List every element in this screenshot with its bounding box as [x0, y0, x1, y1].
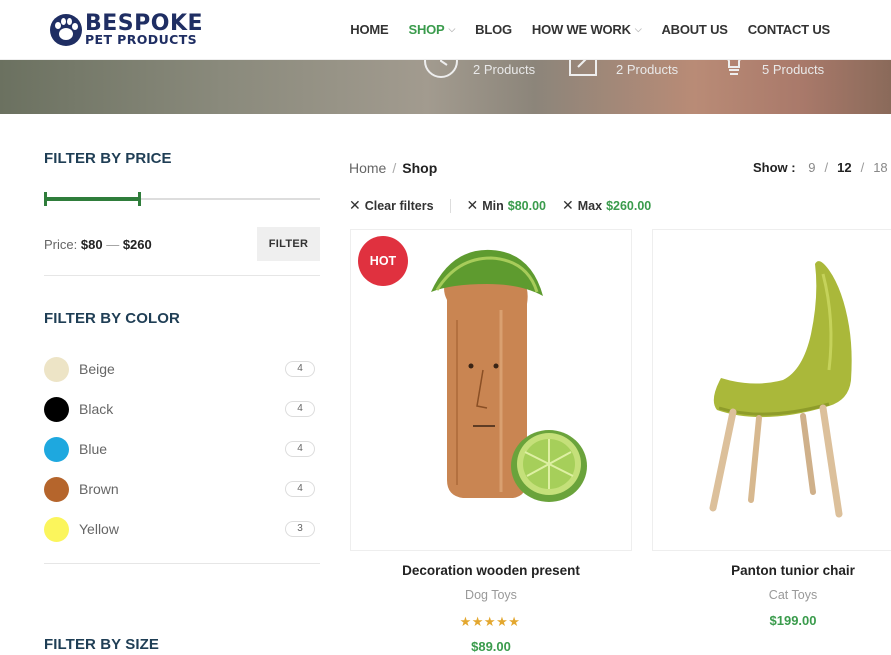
active-filters: ✕ Clear filters ✕ Min $80.00 ✕ Max $260.00	[349, 197, 651, 214]
product-card[interactable]	[652, 229, 891, 551]
slider-handle-min[interactable]	[44, 192, 47, 206]
price-slider[interactable]	[44, 192, 320, 206]
per-page-option[interactable]: 18	[873, 160, 887, 175]
product-title[interactable]: Panton tunior chair	[652, 563, 891, 578]
color-swatch	[44, 436, 69, 462]
color-swatch	[44, 396, 69, 422]
color-swatch	[44, 516, 69, 542]
slider-handle-max[interactable]	[137, 192, 141, 206]
color-option-yellow[interactable]: Yellow 3	[44, 509, 320, 549]
nav-how-we-work[interactable]: HOW WE WORK ⌵	[532, 22, 642, 37]
site-header: BESPOKE PET PRODUCTS HOME SHOP ⌵ BLOG HOW…	[0, 0, 891, 60]
product-category[interactable]: Dog Toys	[350, 588, 632, 602]
color-option-black[interactable]: Black 4	[44, 389, 320, 429]
divider	[44, 275, 320, 276]
color-option-blue[interactable]: Blue 4	[44, 429, 320, 469]
nav-blog[interactable]: BLOG	[475, 22, 512, 37]
per-page-option[interactable]: 9	[808, 160, 815, 175]
clear-filters-button[interactable]: ✕ Clear filters	[349, 197, 434, 214]
product-price: $199.00	[769, 613, 817, 628]
color-swatch	[44, 356, 69, 382]
count-badge: 4	[285, 361, 315, 377]
divider	[44, 563, 320, 564]
rating-stars: ★★★★★	[459, 614, 521, 629]
close-icon: ✕	[562, 197, 574, 213]
slider-range	[44, 197, 141, 201]
per-page-option-selected[interactable]: 12	[837, 160, 851, 175]
chevron-down-icon: ⌵	[448, 24, 456, 34]
product-card[interactable]: HOT	[350, 229, 632, 551]
nav-about-us[interactable]: ABOUT US	[661, 22, 727, 37]
count-badge: 4	[285, 401, 315, 417]
breadcrumb-home[interactable]: Home	[349, 160, 386, 176]
product-category[interactable]: Cat Toys	[652, 588, 891, 602]
filter-sidebar: FILTER BY PRICE Price: $80 — $260 FILTER…	[44, 150, 320, 564]
nav-home[interactable]: HOME	[350, 22, 388, 37]
price-filter-title: FILTER BY PRICE	[44, 150, 172, 167]
nav-contact-us[interactable]: CONTACT US	[748, 22, 830, 37]
divider	[449, 198, 451, 213]
color-option-beige[interactable]: Beige 4	[44, 349, 320, 389]
count-badge: 4	[285, 441, 315, 457]
color-swatch	[44, 476, 69, 502]
hero-category-count[interactable]: 2 Products	[473, 62, 535, 77]
per-page-selector: Show : 9/12/18/	[753, 160, 888, 175]
close-icon: ✕	[466, 197, 479, 213]
close-icon: ✕	[349, 197, 361, 213]
paw-icon	[50, 13, 82, 46]
brand-tagline: PET PRODUCTS	[85, 32, 198, 47]
hero-category-count[interactable]: 2 Products	[616, 62, 678, 77]
product-title[interactable]: Decoration wooden present	[350, 563, 632, 578]
hero-category-count[interactable]: 5 Products	[762, 62, 824, 77]
price-range-label: Price: $80 — $260	[44, 237, 152, 252]
brand-logo[interactable]: BESPOKE PET PRODUCTS	[50, 13, 203, 47]
color-list: Beige 4 Black 4 Blue 4 Brown 4 Yellow 3	[44, 349, 320, 549]
breadcrumb-current: Shop	[402, 160, 438, 176]
color-filter-title: FILTER BY COLOR	[44, 310, 180, 327]
breadcrumb: Home / Shop	[349, 160, 438, 176]
filter-button[interactable]: FILTER	[257, 227, 320, 261]
main-nav: HOME SHOP ⌵ BLOG HOW WE WORK ⌵ ABOUT US CO…	[330, 22, 830, 37]
nav-shop[interactable]: SHOP ⌵	[408, 22, 455, 37]
chevron-down-icon: ⌵	[634, 24, 642, 34]
min-price-chip[interactable]: ✕ Min $80.00	[467, 197, 547, 214]
product-image	[709, 261, 852, 518]
count-badge: 3	[285, 521, 315, 537]
product-price: $89.00	[471, 639, 511, 654]
max-price-chip[interactable]: ✕ Max $260.00	[562, 197, 651, 214]
hot-badge: HOT	[358, 236, 408, 286]
count-badge: 4	[285, 481, 315, 497]
color-option-brown[interactable]: Brown 4	[44, 469, 320, 509]
size-filter-title: FILTER BY SIZE	[44, 636, 160, 653]
